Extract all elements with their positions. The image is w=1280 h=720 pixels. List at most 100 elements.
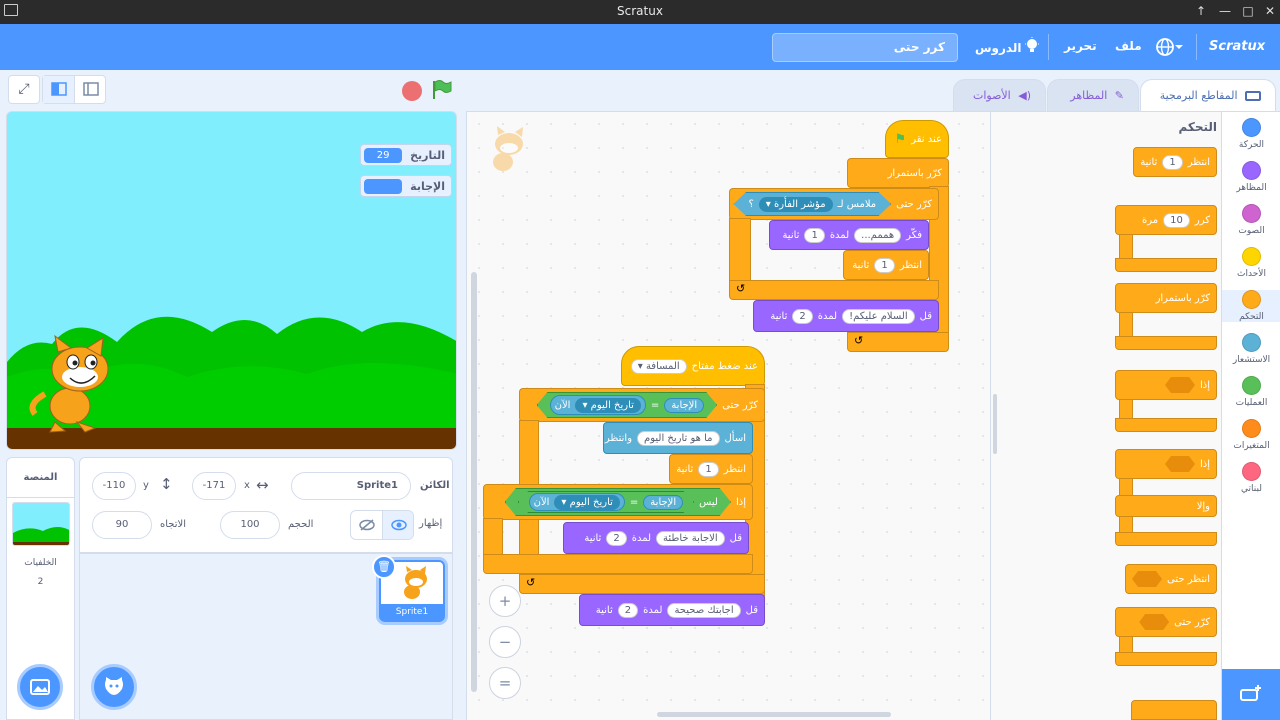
wait-value-input-2[interactable]: 1 (698, 461, 719, 477)
say-secs-input[interactable]: 2 (792, 308, 813, 324)
window-maximize-icon[interactable]: □ (1240, 3, 1256, 19)
repeat-until-block-2[interactable]: كرّر حتى الإجابة = تاريخ اليوم ▾ الآن (519, 388, 765, 422)
say-for-block-3[interactable]: قل اجابتك صحيحة لمدة 2 ثانية (579, 594, 765, 626)
palette-next-block[interactable] (1131, 700, 1217, 720)
window-minimize-icon[interactable]: — (1217, 3, 1233, 19)
stage-thumbnail[interactable] (12, 502, 70, 546)
if-block[interactable]: إذا ليس الإجابة = تاريخ اليوم ▾ الآن (483, 484, 753, 520)
not-block[interactable]: ليس الإجابة = تاريخ اليوم ▾ الآن (504, 488, 731, 516)
tab-costumes[interactable]: المظاهر ✎ (1047, 79, 1139, 112)
date-dropdown[interactable]: تاريخ اليوم ▾ (575, 397, 641, 413)
palette-wait-until-block[interactable]: انتظر حتى (1124, 564, 1217, 594)
category-item[interactable]: الصوت (1222, 204, 1280, 236)
say-text-input[interactable]: السلام عليكم! (842, 308, 915, 324)
category-item[interactable]: المظاهر (1222, 161, 1280, 193)
edit-menu[interactable]: تحرير (1064, 39, 1097, 53)
category-item[interactable]: لبناتي (1222, 462, 1280, 494)
code-workspace[interactable]: عند نقر ⚑ كرّر باستمرار كرّر حتى ملامس ل… (466, 112, 997, 720)
touching-block[interactable]: ملامس لـ مؤشر الفأرة ▾ ؟ (733, 192, 892, 216)
choose-sprite-icon[interactable] (91, 664, 137, 710)
window-close-icon[interactable]: ✕ (1262, 3, 1278, 19)
touching-dropdown[interactable]: مؤشر الفأرة ▾ (758, 196, 833, 212)
language-globe-icon[interactable] (1155, 37, 1185, 60)
palette-ifelse-block[interactable]: إذا (1115, 449, 1217, 479)
palette-forever-block[interactable]: كرّر باستمرار (1115, 283, 1217, 313)
when-key-pressed-block[interactable]: عند ضغط مفتاح المسافة ▾ (621, 346, 765, 386)
say-secs-input-3[interactable]: 2 (617, 602, 639, 618)
zoom-reset-icon[interactable]: = (489, 667, 521, 699)
palette-if-block[interactable]: إذا (1115, 370, 1217, 400)
hide-eye-icon[interactable] (351, 511, 382, 539)
equals-block[interactable]: الإجابة = تاريخ اليوم ▾ الآن (536, 392, 718, 418)
wait-block-2[interactable]: انتظر 1 ثانية (669, 454, 753, 484)
category-item[interactable]: المتغيرات (1222, 419, 1280, 451)
size-input[interactable]: 100 (220, 511, 280, 539)
zoom-in-icon[interactable]: + (489, 585, 521, 617)
answer-reporter-2[interactable]: الإجابة (643, 494, 684, 510)
current-label-2: الآن (533, 496, 550, 508)
repeat-until-block[interactable]: كرّر حتى ملامس لـ مؤشر الفأرة ▾ ؟ (729, 188, 939, 220)
zoom-out-icon[interactable]: − (489, 626, 521, 658)
tab-code[interactable]: المقاطع البرمجية (1140, 79, 1276, 112)
show-eye-icon[interactable] (382, 511, 413, 539)
window-pin-icon[interactable]: ↑ (1193, 3, 1209, 19)
say-for-block-2[interactable]: قل الاجابة خاطئة لمدة 2 ثانية (563, 522, 749, 554)
delete-sprite-icon[interactable]: 🗑 (372, 555, 396, 579)
small-stage-icon[interactable] (43, 76, 75, 103)
think-secs-input[interactable]: 1 (804, 227, 825, 243)
palette-wait-value[interactable]: 1 (1162, 154, 1183, 170)
category-color-icon (1242, 376, 1261, 395)
current-date-reporter-2[interactable]: تاريخ اليوم ▾ الآن (528, 493, 625, 511)
project-title-input[interactable]: كرر حتى (772, 33, 958, 62)
current-date-reporter[interactable]: تاريخ اليوم ▾ الآن (549, 395, 646, 415)
palette-repeat-until-block[interactable]: كرّر حتى (1115, 607, 1217, 637)
category-item[interactable]: الاستشعار (1222, 333, 1280, 365)
category-item[interactable]: التحكم (1222, 290, 1280, 322)
answer-reporter[interactable]: الإجابة (664, 397, 705, 413)
add-extension-icon[interactable] (1222, 669, 1280, 720)
brand-logo[interactable]: Scratux (1209, 39, 1265, 54)
palette-repeat-block[interactable]: كرر 10 مرة (1115, 205, 1217, 235)
tutorials-button[interactable]: الدروس (975, 37, 1040, 58)
when-flag-clicked-block[interactable]: عند نقر ⚑ (885, 120, 949, 158)
file-menu[interactable]: ملف (1115, 39, 1142, 53)
fullscreen-icon[interactable]: ⤢ (8, 75, 40, 104)
think-text-input[interactable]: هممم... (854, 227, 902, 243)
equals-block-2[interactable]: الإجابة = تاريخ اليوم ▾ الآن (517, 491, 695, 513)
forever-block[interactable]: كرّر باستمرار (847, 158, 949, 188)
x-input[interactable]: -171 (192, 472, 236, 500)
large-stage-icon[interactable] (75, 76, 107, 103)
window-menu-icon[interactable] (4, 4, 18, 16)
horizontal-scrollbar[interactable] (657, 712, 891, 717)
say-wrong-input[interactable]: الاجابة خاطئة (656, 530, 725, 546)
category-item[interactable]: الحركة (1222, 118, 1280, 150)
y-input[interactable]: -110 (92, 472, 136, 500)
cat-sprite[interactable] (25, 334, 120, 434)
say-right-input[interactable]: اجابتك صحيحة (667, 602, 741, 618)
ask-text-input[interactable]: ما هو تاريخ اليوم (637, 430, 720, 446)
stop-icon[interactable] (402, 81, 422, 101)
sprite-name-label: الكائن (420, 480, 450, 491)
category-item[interactable]: العمليات (1222, 376, 1280, 408)
green-flag-icon[interactable] (431, 79, 453, 105)
stage-canvas[interactable]: التاريخ 29 الإجابة (6, 111, 457, 450)
key-dropdown[interactable]: المسافة ▾ (630, 358, 687, 374)
wait-label: انتظر (899, 259, 922, 271)
choose-backdrop-icon[interactable] (17, 664, 63, 710)
wait-value-input[interactable]: 1 (874, 257, 895, 273)
date-dropdown-2[interactable]: تاريخ اليوم ▾ (554, 494, 620, 510)
sprite-name-input[interactable]: Sprite1 (291, 472, 411, 500)
palette-wait-block[interactable]: انتظر 1 ثانية (1133, 147, 1217, 177)
vertical-scrollbar[interactable] (471, 272, 477, 692)
direction-input[interactable]: 90 (92, 511, 152, 539)
wait-block[interactable]: انتظر 1 ثانية (843, 250, 929, 280)
tab-sounds[interactable]: الأصوات ◀) (953, 79, 1046, 112)
ask-and-wait-block[interactable]: اسأل ما هو تاريخ اليوم وانتظر (603, 422, 753, 454)
say-secs-input-2[interactable]: 2 (606, 530, 627, 546)
palette-repeat-value[interactable]: 10 (1163, 212, 1190, 228)
speaker-icon: ◀) (1018, 89, 1031, 102)
say-for-block[interactable]: قل السلام عليكم! لمدة 2 ثانية (753, 300, 939, 332)
category-item[interactable]: الأحداث (1222, 247, 1280, 279)
palette-scrollbar[interactable] (993, 394, 997, 454)
think-for-block[interactable]: فكّر هممم... لمدة 1 ثانية (769, 220, 929, 250)
